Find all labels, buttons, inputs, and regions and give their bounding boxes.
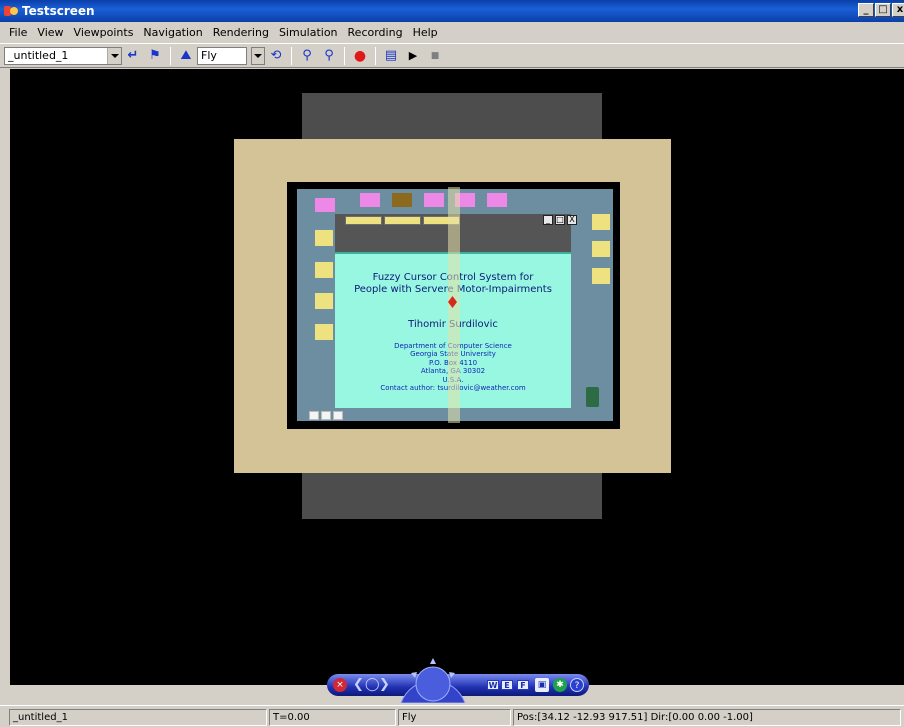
desktop-icon[interactable] — [592, 268, 610, 284]
menu-file[interactable]: File — [4, 26, 32, 39]
desktop-icon[interactable] — [315, 293, 333, 309]
close-button[interactable]: x — [892, 3, 904, 17]
navigation-mode-select[interactable]: Fly — [197, 46, 247, 65]
toolbar-separator — [375, 46, 376, 65]
desktop-icon[interactable] — [315, 324, 333, 340]
status-position: Pos:[34.12 -12.93 917.51] Dir:[0.00 0.00… — [513, 709, 901, 726]
window-title: Testscreen — [22, 4, 95, 18]
toolbar: _untitled_1 ↵ ⚑ ⛰ Fly ⟲ ⚲ ⚲ ● ▤ ▶ ■ — [0, 44, 904, 68]
app-logo-icon — [4, 4, 18, 18]
undo-icon[interactable]: ⟲ — [266, 46, 286, 66]
inner-window-tab[interactable] — [384, 216, 421, 225]
inner-window-tab[interactable] — [345, 216, 382, 225]
menu-rendering[interactable]: Rendering — [208, 26, 274, 39]
fly-key[interactable]: F — [517, 680, 529, 690]
menu-view[interactable]: View — [32, 26, 68, 39]
toolbar-separator — [291, 46, 292, 65]
viewpoint-select[interactable]: _untitled_1 — [4, 46, 122, 65]
clipboard-icon[interactable]: ▤ — [381, 46, 401, 66]
menu-recording[interactable]: Recording — [343, 26, 408, 39]
taskbar-button[interactable] — [309, 411, 319, 420]
menu-bar: File View Viewpoints Navigation Renderin… — [0, 22, 904, 44]
menu-viewpoints[interactable]: Viewpoints — [69, 26, 139, 39]
record-icon[interactable]: ● — [350, 46, 370, 66]
application-window: Testscreen _ □ x File View Viewpoints Na… — [0, 0, 904, 727]
desktop-icon[interactable] — [315, 198, 335, 212]
chevron-down-icon[interactable] — [107, 47, 121, 64]
help-button[interactable]: ? — [570, 678, 584, 692]
taskbar-button[interactable] — [321, 411, 331, 420]
zoom-out-icon[interactable]: ⚲ — [319, 46, 339, 66]
taskbar-button[interactable] — [333, 411, 343, 420]
close-icon[interactable]: × — [333, 678, 347, 692]
viewpoint-icon[interactable]: ▣ — [535, 678, 549, 692]
minimize-button[interactable]: _ — [858, 3, 874, 17]
examine-key[interactable]: E — [501, 680, 513, 690]
status-mode: Fly — [398, 709, 511, 726]
desktop-icon[interactable] — [315, 230, 333, 246]
inner-minimize-button[interactable]: _ — [543, 215, 553, 225]
status-viewpoint: _untitled_1 — [9, 709, 267, 726]
menu-navigation[interactable]: Navigation — [138, 26, 207, 39]
fly-icon[interactable]: ⛰ — [176, 46, 196, 66]
desktop-icon[interactable] — [315, 262, 333, 278]
inner-maximize-button[interactable]: □ — [555, 215, 565, 225]
rotate-icon[interactable]: ◯ — [365, 677, 380, 692]
maximize-button[interactable]: □ — [875, 3, 891, 17]
chevron-down-icon[interactable] — [251, 46, 265, 65]
navigation-mode-value: Fly — [201, 49, 217, 62]
status-bar: _untitled_1 T=0.00 Fly Pos:[34.12 -12.93… — [0, 705, 904, 727]
desktop-icon[interactable] — [392, 193, 412, 207]
stop-icon[interactable]: ■ — [425, 46, 445, 66]
status-time: T=0.00 — [269, 709, 396, 726]
toolbar-separator — [170, 46, 171, 65]
navigation-dial[interactable] — [397, 653, 469, 703]
desktop-icon[interactable] — [487, 193, 507, 207]
walk-key[interactable]: W — [487, 680, 499, 690]
window-controls: _ □ x — [858, 3, 904, 17]
settings-icon[interactable]: ✱ — [553, 678, 567, 692]
arrow-right-icon[interactable]: ❯ — [379, 677, 390, 692]
menu-simulation[interactable]: Simulation — [274, 26, 343, 39]
navigation-widget: × ❮ ◯ ❯ W E F ▣ ✱ ? — [327, 653, 589, 703]
flag-icon[interactable]: ⚑ — [145, 46, 165, 66]
toolbar-separator — [344, 46, 345, 65]
zoom-in-icon[interactable]: ⚲ — [297, 46, 317, 66]
trash-icon[interactable] — [586, 387, 599, 407]
return-icon[interactable]: ↵ — [123, 46, 143, 66]
desktop-icon[interactable] — [360, 193, 380, 207]
play-icon[interactable]: ▶ — [403, 46, 423, 66]
viewpoint-select-value: _untitled_1 — [8, 49, 69, 62]
desktop-icon[interactable] — [424, 193, 444, 207]
arrow-left-icon[interactable]: ❮ — [353, 677, 364, 692]
menu-help[interactable]: Help — [408, 26, 443, 39]
inner-close-button[interactable]: X — [567, 215, 577, 225]
desktop-icon[interactable] — [592, 214, 610, 230]
desktop-icon[interactable] — [592, 241, 610, 257]
title-bar: Testscreen _ □ x — [0, 0, 904, 22]
